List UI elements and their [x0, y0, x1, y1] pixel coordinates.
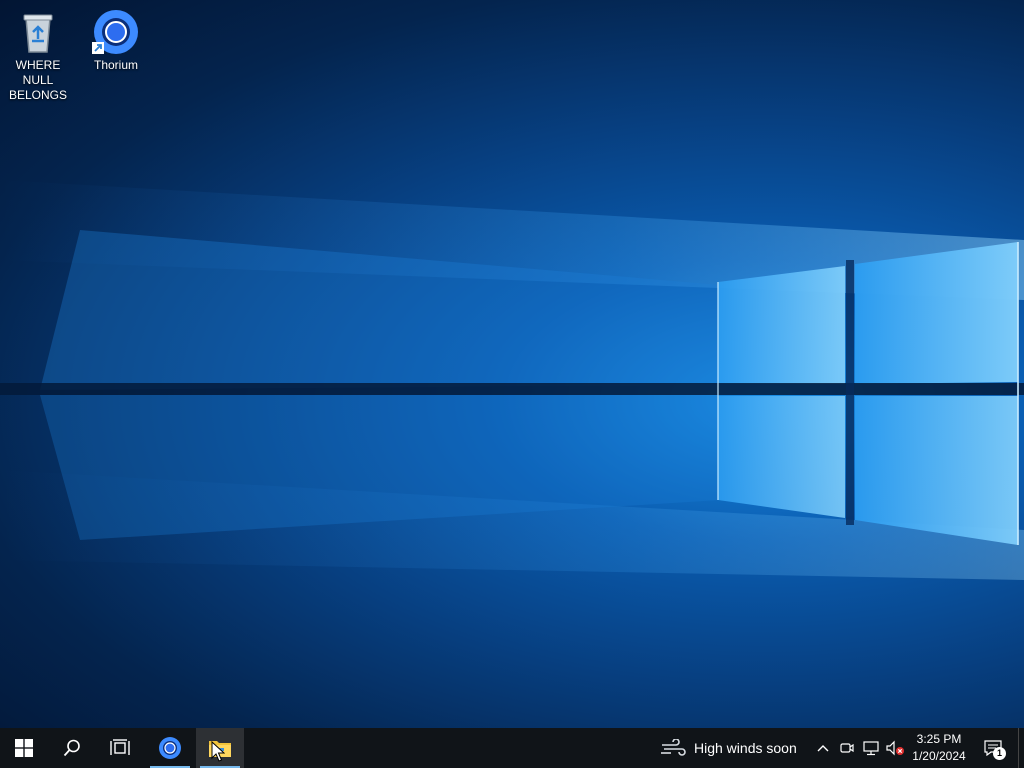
task-view-button[interactable] [96, 728, 144, 768]
chevron-up-icon [817, 745, 829, 752]
show-hidden-icons-button[interactable] [811, 728, 835, 768]
action-center-button[interactable]: 1 [976, 728, 1010, 768]
notification-count-badge: 1 [993, 747, 1006, 760]
clock-time: 3:25 PM [916, 732, 962, 746]
network-icon [863, 741, 879, 756]
volume-muted-icon [886, 740, 904, 756]
mouse-cursor-icon [211, 741, 225, 762]
thorium-browser-icon [92, 8, 140, 56]
windows-wallpaper [0, 180, 1024, 580]
desktop-icon-recycle-bin[interactable]: WHERE NULL BELONGS [0, 2, 76, 103]
tray-volume[interactable] [883, 728, 907, 768]
desktop[interactable]: WHERE NULL BELONGS Thorium [0, 0, 1024, 728]
task-view-icon [110, 739, 130, 755]
start-button[interactable] [0, 728, 48, 768]
meet-now-icon [840, 743, 854, 753]
desktop-icon-label: WHERE NULL BELONGS [8, 58, 68, 102]
desktop-icon-thorium[interactable]: Thorium [78, 2, 154, 73]
tray-meet-now[interactable] [835, 728, 859, 768]
weather-text: High winds soon [694, 740, 797, 756]
wind-icon [661, 739, 686, 756]
clock[interactable]: 3:25 PM 1/20/2024 [908, 731, 970, 765]
weather-widget[interactable]: High winds soon [660, 728, 797, 768]
show-desktop-button[interactable] [1018, 728, 1024, 768]
search-icon [63, 739, 80, 757]
taskbar: High winds soon 3:25 PM 1/20/2024 1 [0, 728, 1024, 768]
taskbar-app-thorium[interactable] [146, 728, 194, 768]
desktop-icon-label: Thorium [93, 58, 138, 72]
recycle-bin-icon [14, 8, 62, 56]
windows-logo-icon [15, 739, 33, 757]
tray-network[interactable] [859, 728, 883, 768]
clock-date: 1/20/2024 [912, 749, 966, 763]
search-button[interactable] [48, 728, 96, 768]
thorium-browser-icon [159, 737, 181, 759]
